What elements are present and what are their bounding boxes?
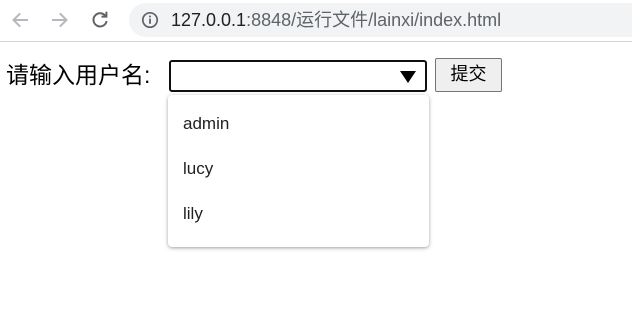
username-label: 请输入用户名: xyxy=(6,62,151,88)
option-admin[interactable]: admin xyxy=(183,113,229,135)
url-text[interactable]: 127.0.0.1:8848/运行文件/lainxi/index.html xyxy=(171,10,501,30)
triangle-down-icon xyxy=(400,71,416,83)
reload-button[interactable] xyxy=(87,7,113,33)
arrow-right-icon xyxy=(52,12,68,28)
reload-icon xyxy=(92,11,108,28)
option-lily[interactable]: lily xyxy=(183,203,203,225)
address-bar[interactable]: 127.0.0.1:8848/运行文件/lainxi/index.html xyxy=(129,3,632,37)
submit-button[interactable]: 提交 xyxy=(435,58,502,92)
arrow-left-icon xyxy=(12,12,28,28)
forward-button[interactable] xyxy=(47,7,73,33)
back-button[interactable] xyxy=(7,7,33,33)
username-select[interactable] xyxy=(169,60,427,92)
info-icon[interactable] xyxy=(141,11,159,29)
select-dropdown-list: admin lucy lily xyxy=(168,95,429,247)
url-host: 127.0.0.1 xyxy=(171,10,247,30)
option-lucy[interactable]: lucy xyxy=(183,158,213,180)
url-path: :8848/运行文件/lainxi/index.html xyxy=(246,10,502,30)
browser-toolbar: 127.0.0.1:8848/运行文件/lainxi/index.html xyxy=(0,0,632,42)
